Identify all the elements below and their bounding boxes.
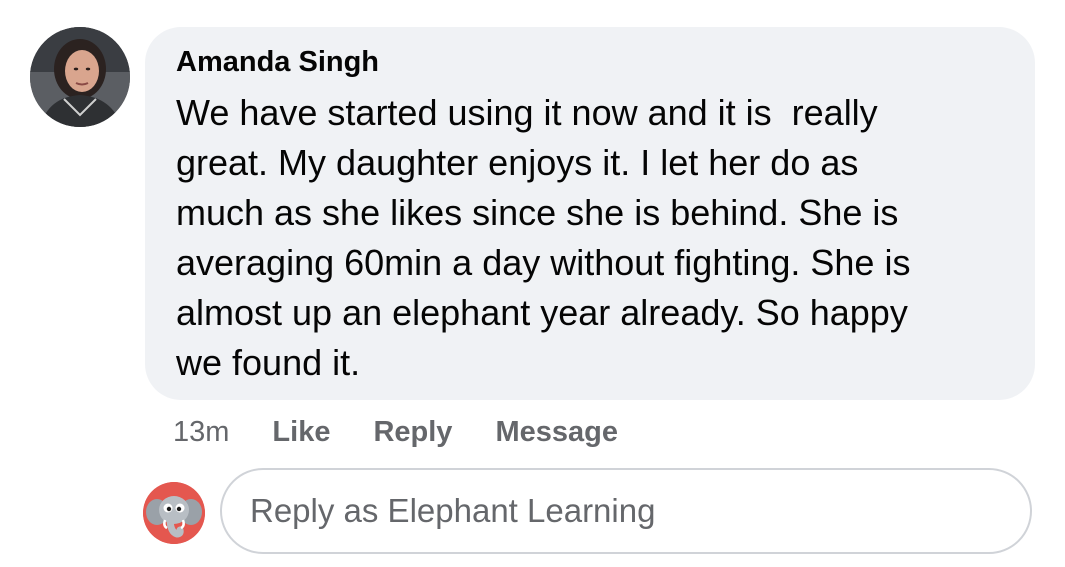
message-button[interactable]: Message (495, 416, 618, 449)
commenter-avatar[interactable] (30, 27, 130, 127)
comment-timestamp[interactable]: 13m (173, 416, 229, 449)
comment-text-line: we found it. (176, 342, 361, 383)
reply-input[interactable] (220, 468, 1032, 554)
comment-actions: 13m Like Reply Message (173, 412, 661, 452)
reply-button[interactable]: Reply (373, 416, 452, 449)
comment-text-line: almost up an elephant year already. So h… (176, 292, 908, 333)
elephant-logo-icon (143, 482, 205, 544)
comment-text-line: averaging 60min a day without fighting. … (176, 242, 911, 283)
comment-text-line: much as she likes since she is behind. S… (176, 192, 899, 233)
page-avatar[interactable] (143, 482, 205, 544)
comment-author-name[interactable]: Amanda Singh (176, 46, 379, 79)
user-photo-icon (30, 27, 130, 127)
comment-thread: Amanda Singh We have started using it no… (0, 0, 1065, 567)
comment-text-line: great. My daughter enjoys it. I let her … (176, 142, 859, 183)
comment-text-line: We have started using it now and it is r… (176, 92, 878, 133)
like-button[interactable]: Like (272, 416, 330, 449)
comment-body: We have started using it now and it is r… (176, 88, 1026, 388)
